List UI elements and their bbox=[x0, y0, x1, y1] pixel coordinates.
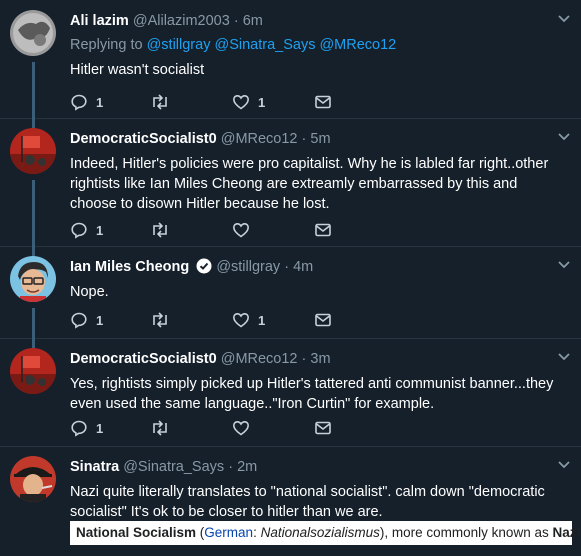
like-button[interactable]: 1 bbox=[232, 92, 265, 112]
reply-count: 1 bbox=[96, 222, 104, 238]
like-button[interactable] bbox=[232, 418, 250, 438]
wiki-term: National Socialism bbox=[76, 525, 197, 540]
timestamp[interactable]: 4m bbox=[293, 259, 313, 275]
reply-button[interactable]: 1 bbox=[70, 220, 103, 240]
author-handle[interactable]: @stillgray bbox=[216, 259, 280, 275]
timestamp[interactable]: 5m bbox=[310, 131, 330, 147]
reply-count: 1 bbox=[96, 312, 104, 328]
message-button[interactable] bbox=[314, 220, 332, 240]
reply-icon bbox=[71, 222, 87, 239]
message-button[interactable] bbox=[314, 92, 332, 112]
like-icon bbox=[232, 420, 250, 436]
like-button[interactable] bbox=[232, 220, 250, 240]
retweet-icon bbox=[153, 222, 167, 238]
tweet[interactable]: Ali lazim @Alilazim2003 · 6m Replying to… bbox=[0, 0, 581, 119]
like-button[interactable]: 1 bbox=[232, 310, 265, 330]
retweet-icon bbox=[153, 94, 167, 110]
author-name[interactable]: DemocraticSocialist0 bbox=[70, 131, 217, 147]
wiki-rest: ), more commonly known as bbox=[379, 525, 553, 540]
author-handle[interactable]: @Alilazim2003 bbox=[133, 13, 230, 29]
chevron-down-icon[interactable] bbox=[557, 460, 571, 470]
wikipedia-snippet: National Socialism (German: Nationalsozi… bbox=[70, 521, 581, 545]
reply-icon bbox=[71, 94, 87, 111]
wiki-alias: Nazism bbox=[552, 525, 581, 540]
reply-count: 1 bbox=[96, 420, 104, 436]
reply-icon bbox=[71, 312, 87, 329]
retweet-icon bbox=[153, 420, 167, 436]
avatar[interactable] bbox=[10, 348, 56, 394]
author-handle[interactable]: @Sinatra_Says bbox=[123, 459, 224, 475]
retweet-button[interactable] bbox=[150, 92, 170, 112]
timestamp[interactable]: 6m bbox=[243, 13, 263, 29]
separator: · bbox=[228, 459, 234, 475]
author-handle[interactable]: @MReco12 bbox=[221, 351, 298, 367]
retweet-button[interactable] bbox=[150, 418, 170, 438]
tweet-text: Hitler wasn't socialist bbox=[70, 62, 205, 78]
tweet[interactable]: DemocraticSocialist0 @MReco12 · 3m Yes, … bbox=[0, 338, 581, 447]
retweet-button[interactable] bbox=[150, 220, 170, 240]
like-count: 1 bbox=[258, 312, 266, 328]
chevron-down-icon[interactable] bbox=[557, 352, 571, 362]
author-name[interactable]: Ian Miles Cheong bbox=[70, 259, 189, 275]
replying-to-label: Replying to bbox=[70, 37, 143, 53]
tweet-text: Indeed, Hitler's policies were pro capit… bbox=[70, 156, 549, 212]
separator: · bbox=[284, 259, 290, 275]
like-icon bbox=[232, 312, 250, 328]
avatar[interactable] bbox=[10, 456, 56, 502]
timestamp[interactable]: 3m bbox=[310, 351, 330, 367]
message-icon bbox=[315, 313, 331, 327]
wiki-colon: : bbox=[253, 525, 261, 540]
timestamp[interactable]: 2m bbox=[237, 459, 257, 475]
tweet[interactable]: DemocraticSocialist0 @MReco12 · 5m Indee… bbox=[0, 118, 581, 247]
avatar[interactable] bbox=[10, 10, 56, 56]
author-name[interactable]: Ali lazim bbox=[70, 13, 129, 29]
separator: · bbox=[301, 131, 307, 147]
author-handle[interactable]: @MReco12 bbox=[221, 131, 298, 147]
message-icon bbox=[315, 421, 331, 435]
like-icon bbox=[232, 94, 250, 110]
tweet-text: Nope. bbox=[70, 284, 109, 300]
tweet[interactable]: Ian Miles Cheong @stillgray · 4m Nope. 1… bbox=[0, 246, 581, 339]
reply-button[interactable]: 1 bbox=[70, 92, 103, 112]
verified-icon bbox=[196, 258, 212, 274]
reply-mentions[interactable]: @stillgray @Sinatra_Says @MReco12 bbox=[147, 37, 397, 53]
reply-button[interactable]: 1 bbox=[70, 418, 103, 438]
chevron-down-icon[interactable] bbox=[557, 132, 571, 142]
separator: · bbox=[301, 351, 307, 367]
avatar[interactable] bbox=[10, 256, 56, 302]
message-button[interactable] bbox=[314, 418, 332, 438]
message-icon bbox=[315, 223, 331, 237]
tweet-text: Yes, rightists simply picked up Hitler's… bbox=[70, 376, 554, 412]
retweet-button[interactable] bbox=[150, 310, 170, 330]
like-icon bbox=[232, 222, 250, 238]
separator: · bbox=[233, 13, 239, 29]
tweet-text: Nazi quite literally translates to "nati… bbox=[70, 484, 545, 520]
wiki-language-link[interactable]: German bbox=[204, 525, 253, 540]
author-name[interactable]: DemocraticSocialist0 bbox=[70, 351, 217, 367]
like-count: 1 bbox=[258, 94, 266, 110]
replying-to: Replying to @stillgray @Sinatra_Says @MR… bbox=[70, 36, 559, 54]
wiki-native-term: Nationalsozialismus bbox=[260, 525, 380, 540]
reply-button[interactable]: 1 bbox=[70, 310, 103, 330]
author-name[interactable]: Sinatra bbox=[70, 459, 119, 475]
reply-icon bbox=[71, 420, 87, 437]
chevron-down-icon[interactable] bbox=[557, 14, 571, 24]
message-button[interactable] bbox=[314, 310, 332, 330]
avatar[interactable] bbox=[10, 128, 56, 174]
message-icon bbox=[315, 95, 331, 109]
retweet-icon bbox=[153, 312, 167, 328]
reply-count: 1 bbox=[96, 94, 104, 110]
chevron-down-icon[interactable] bbox=[557, 260, 571, 270]
